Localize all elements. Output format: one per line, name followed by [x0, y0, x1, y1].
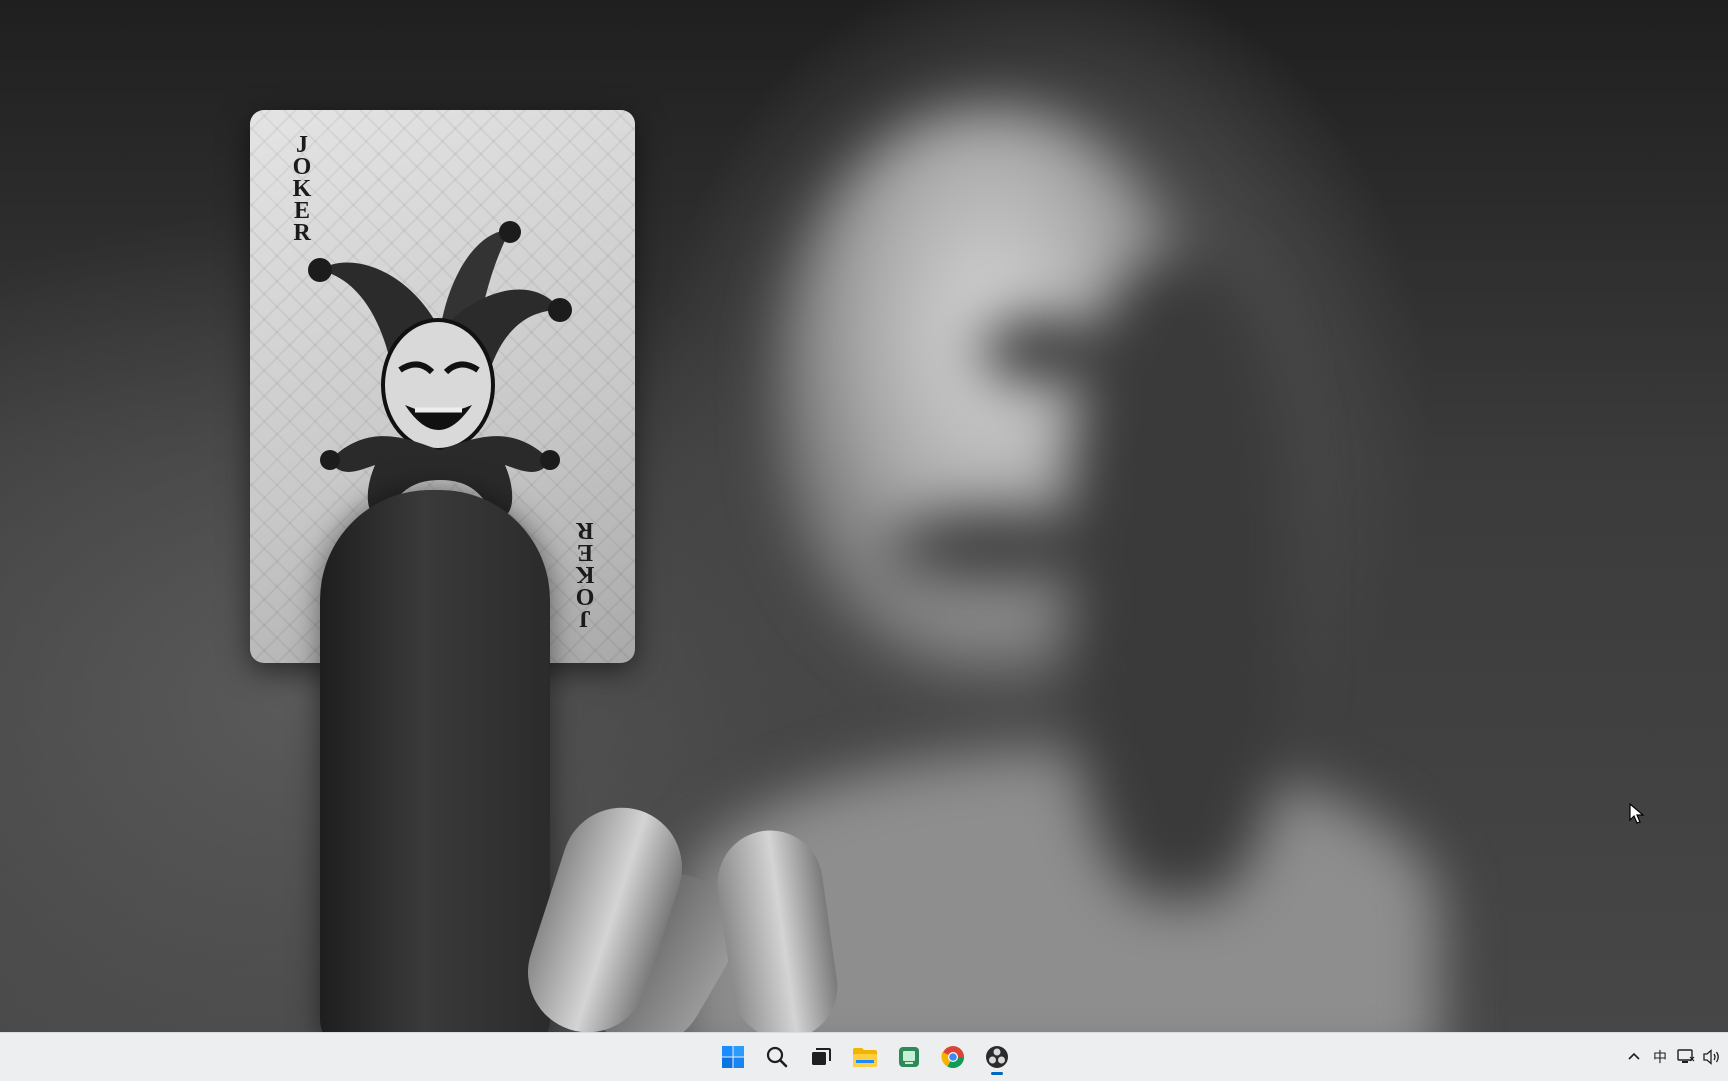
volume-icon: [1703, 1049, 1719, 1065]
taskbar: 中: [0, 1032, 1728, 1081]
show-hidden-icons-button[interactable]: [1624, 1043, 1644, 1071]
green-app-button[interactable]: [891, 1039, 927, 1075]
taskbar-apps: [715, 1033, 1015, 1081]
gloved-finger: [320, 490, 550, 1032]
input-method-indicator[interactable]: 中: [1650, 1043, 1670, 1071]
obs-icon: [986, 1046, 1008, 1068]
file-explorer-icon: [853, 1048, 877, 1067]
task-view-button[interactable]: [803, 1039, 839, 1075]
start-button[interactable]: [715, 1039, 751, 1075]
system-tray: 中: [1624, 1033, 1722, 1081]
chrome-button[interactable]: [935, 1039, 971, 1075]
card-bottom-label: JOKER: [575, 517, 595, 631]
search-button[interactable]: [759, 1039, 795, 1075]
task-view-icon: [812, 1048, 831, 1065]
wallpaper-blurred-face: [680, 110, 1440, 1032]
windows-start-icon: [722, 1046, 744, 1068]
file-explorer-button[interactable]: [847, 1039, 883, 1075]
search-icon: [766, 1046, 788, 1068]
network-button[interactable]: [1676, 1043, 1696, 1071]
network-icon: [1677, 1049, 1695, 1063]
mouse-cursor-icon: [1629, 803, 1645, 824]
desktop-wallpaper[interactable]: JOKER JOKER: [0, 0, 1728, 1032]
chrome-icon: [941, 1046, 964, 1068]
volume-button[interactable]: [1702, 1043, 1722, 1071]
obs-button[interactable]: [979, 1039, 1015, 1075]
app-green-icon: [899, 1047, 919, 1067]
chevron-up-icon: [1628, 1052, 1640, 1060]
